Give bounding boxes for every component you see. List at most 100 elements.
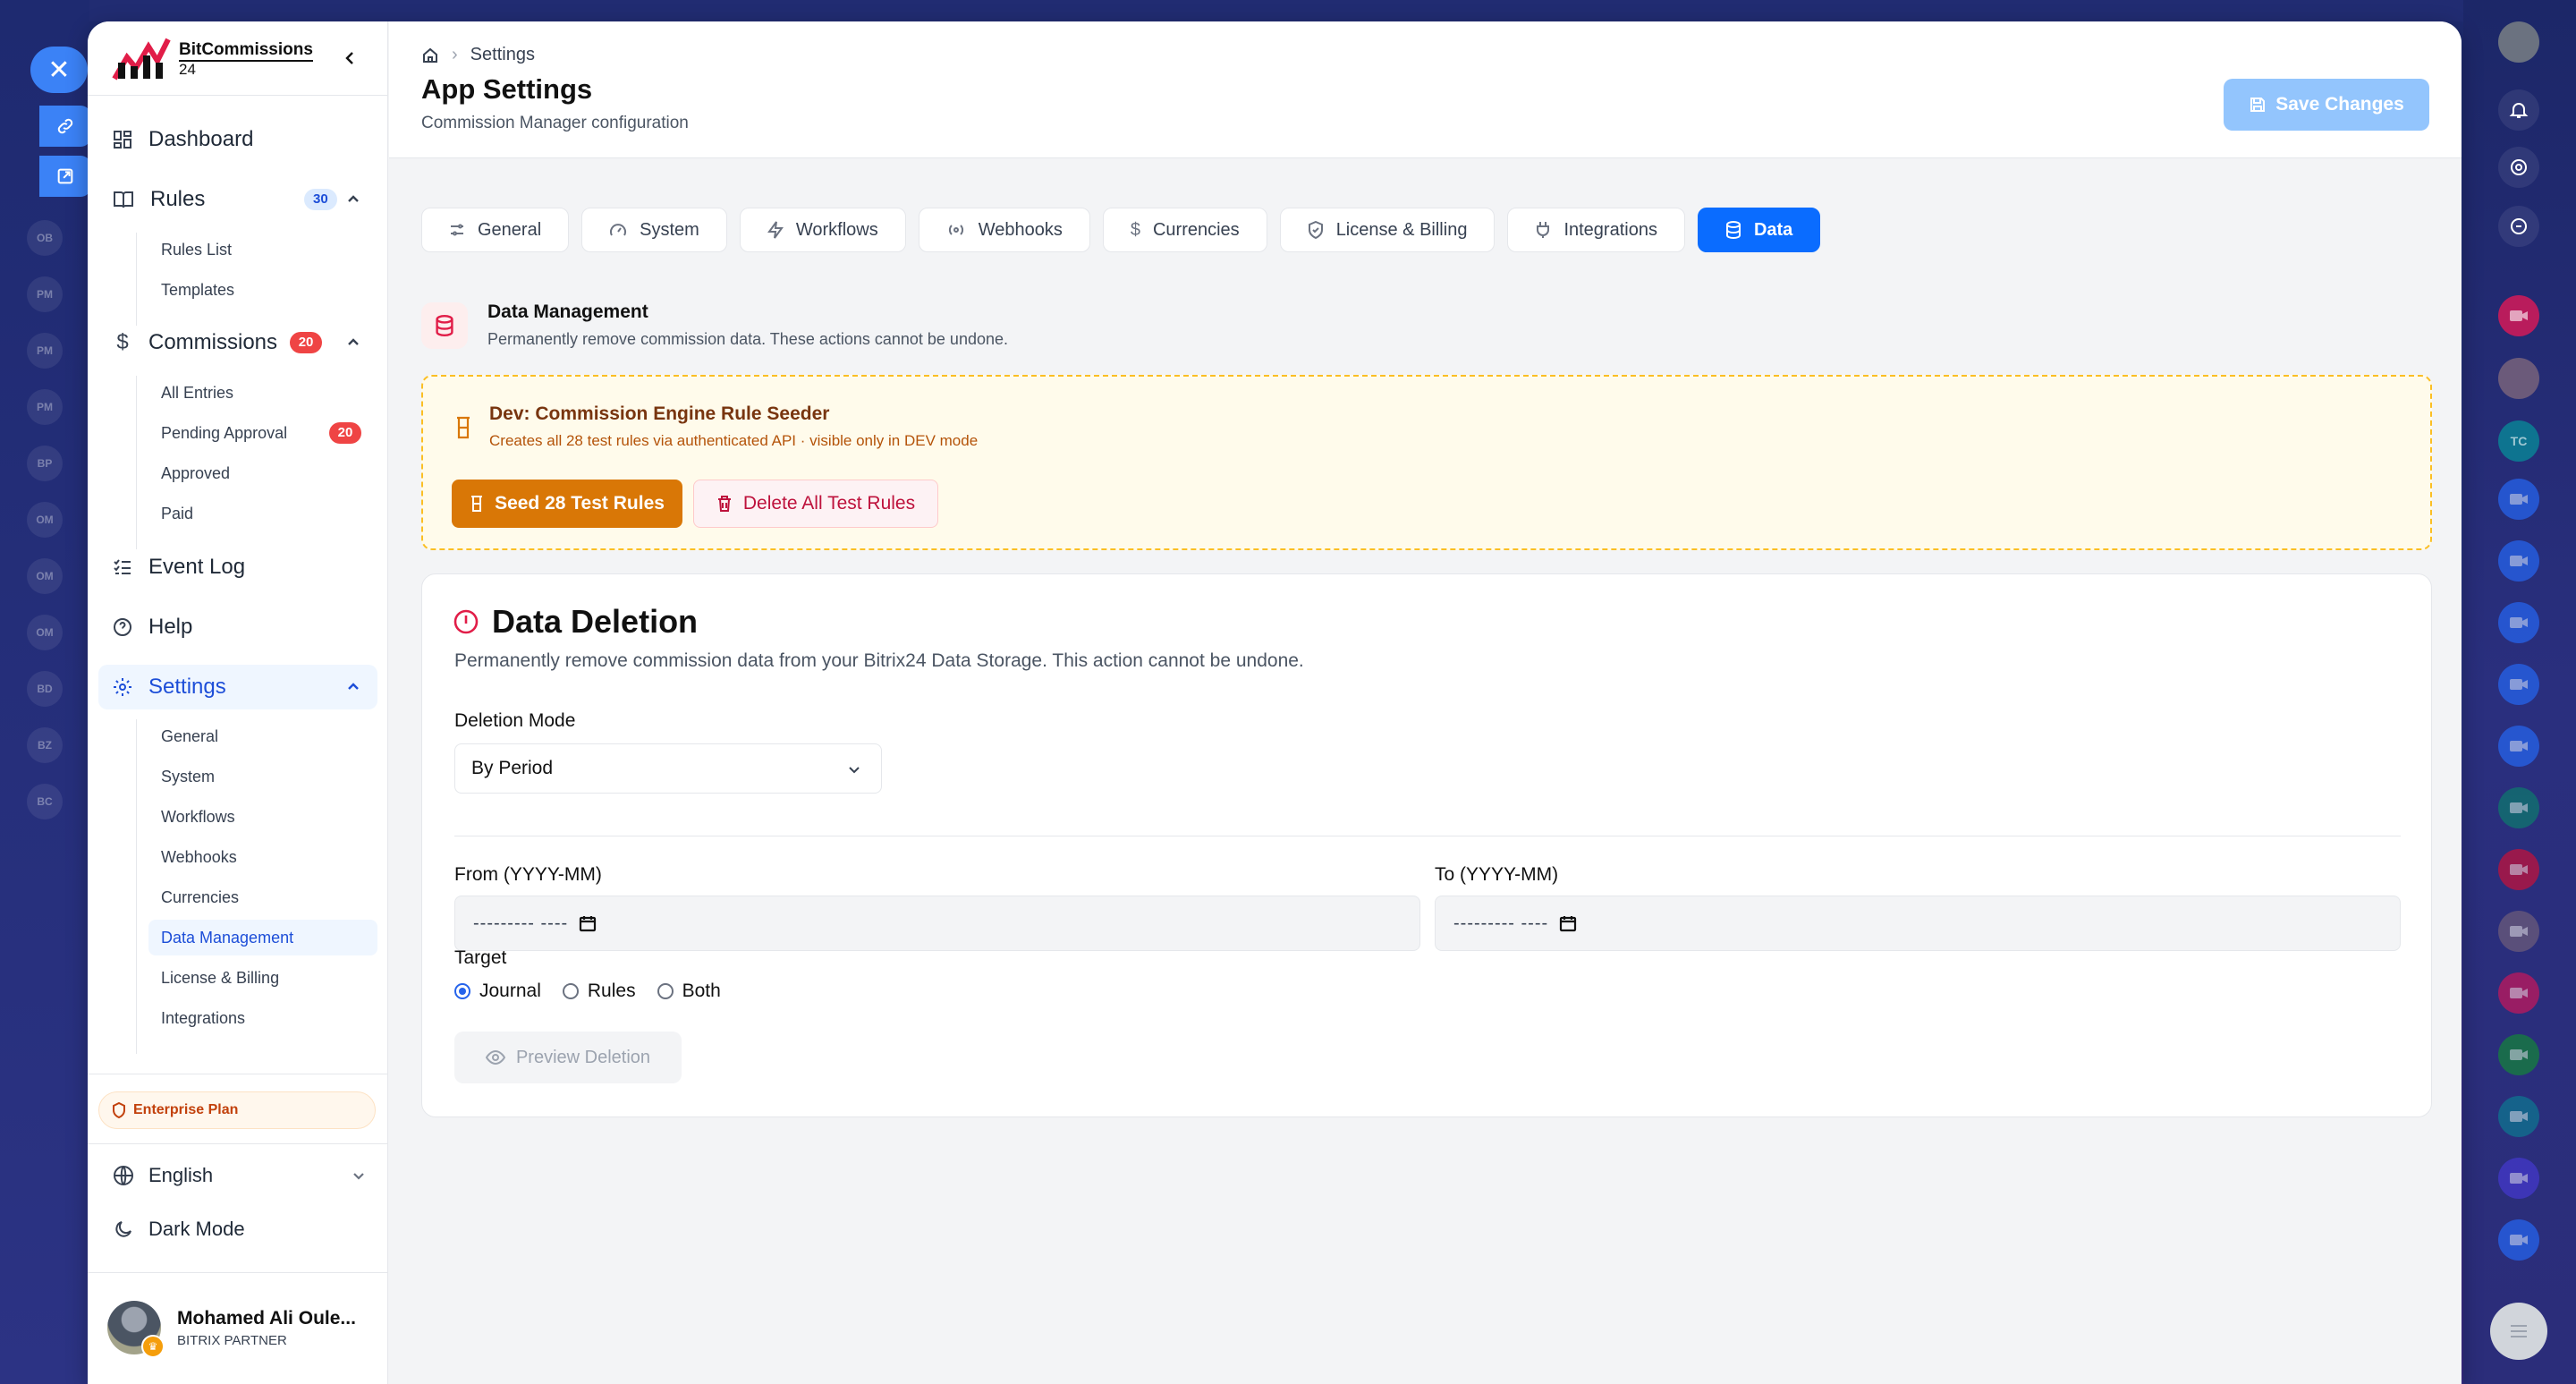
sliders-icon	[451, 224, 463, 236]
rail-video-chat[interactable]	[2498, 849, 2539, 890]
nav-settings-webhooks[interactable]: Webhooks	[148, 839, 377, 875]
deletion-heading: Data Deletion	[453, 603, 698, 641]
rail-video-chat[interactable]	[2498, 602, 2539, 643]
delete-test-rules-button[interactable]: Delete All Test Rules	[693, 480, 938, 528]
nav-settings-currencies[interactable]: Currencies	[148, 879, 377, 915]
flask-icon	[471, 496, 483, 512]
notifications-button[interactable]	[2498, 89, 2539, 131]
copy-link-button[interactable]	[39, 106, 91, 147]
to-month-input[interactable]: --------- ----	[1435, 896, 2401, 951]
chat-menu-button[interactable]	[2490, 1303, 2547, 1360]
home-icon[interactable]	[421, 47, 439, 64]
nav-approved[interactable]: Approved	[148, 455, 377, 491]
video-camera-icon	[2510, 864, 2528, 875]
rail-video-chat[interactable]	[2498, 479, 2539, 520]
select-value: By Period	[471, 758, 554, 778]
tab-system[interactable]: System	[581, 208, 727, 252]
tab-label: Integrations	[1563, 219, 1657, 240]
from-month-input[interactable]: --------- ----	[454, 896, 1420, 951]
rail-user-avatar[interactable]	[2498, 21, 2539, 63]
rail-video-chat[interactable]	[2498, 972, 2539, 1014]
rail-video-chat[interactable]	[2498, 911, 2539, 952]
nav-settings[interactable]: Settings	[98, 665, 377, 709]
tab-label: License & Billing	[1335, 219, 1468, 240]
rail-video-chat[interactable]	[2498, 664, 2539, 705]
calendar-icon[interactable]	[1559, 914, 1577, 932]
search-rail-button[interactable]	[2498, 147, 2539, 188]
rail-video-chat[interactable]	[2498, 540, 2539, 582]
tab-license-billing[interactable]: License & Billing	[1279, 208, 1496, 252]
nav-settings-integrations[interactable]: Integrations	[148, 1000, 377, 1036]
nav-label: Commissions	[148, 330, 278, 354]
language-label: English	[148, 1164, 214, 1186]
nav-label: Help	[148, 615, 193, 639]
radio-dot[interactable]	[657, 983, 674, 999]
nav-dashboard[interactable]: Dashboard	[98, 117, 377, 162]
collapse-sidebar-button[interactable]	[336, 45, 363, 72]
language-selector[interactable]: English	[113, 1158, 367, 1193]
target-both-radio[interactable]: Both	[657, 981, 721, 1002]
tab-data[interactable]: Data	[1697, 208, 1821, 252]
calendar-icon[interactable]	[579, 914, 597, 932]
nav-event-log[interactable]: Event Log	[98, 545, 377, 590]
rail-video-chat[interactable]	[2498, 1158, 2539, 1199]
tab-webhooks[interactable]: Webhooks	[918, 208, 1090, 252]
nav-rules-list[interactable]: Rules List	[148, 232, 377, 267]
deletion-mode-select[interactable]: By Period	[454, 743, 882, 794]
brand-suffix: 24	[179, 61, 196, 78]
nav-settings-general[interactable]: General	[148, 718, 377, 754]
chat-search-icon	[2511, 218, 2527, 234]
rail-video-chat[interactable]	[2498, 295, 2539, 336]
rail-video-chat[interactable]	[2498, 787, 2539, 828]
tab-general[interactable]: General	[421, 208, 570, 252]
seed-test-rules-button[interactable]: Seed 28 Test Rules	[452, 480, 682, 528]
radio-dot[interactable]	[454, 983, 470, 999]
rail-video-chat[interactable]	[2498, 1034, 2539, 1075]
nav-commissions[interactable]: $ Commissions 20	[98, 320, 377, 365]
open-new-window-button[interactable]	[39, 156, 91, 197]
tab-currencies[interactable]: $ Currencies	[1102, 208, 1267, 252]
rail-contact-avatar[interactable]	[2498, 358, 2539, 399]
moon-icon	[115, 1221, 131, 1237]
target-journal-radio[interactable]: Journal	[454, 981, 541, 1002]
target-rules-radio[interactable]: Rules	[562, 981, 636, 1002]
nav-help[interactable]: Help	[98, 605, 377, 650]
radio-dot[interactable]	[562, 983, 579, 999]
nav-all-entries[interactable]: All Entries	[148, 375, 377, 411]
nav-settings-license-billing[interactable]: License & Billing	[148, 960, 377, 996]
tab-label: Webhooks	[978, 219, 1063, 240]
preview-deletion-button[interactable]: Preview Deletion	[454, 1032, 682, 1083]
tab-workflows[interactable]: Workflows	[739, 208, 906, 252]
rail-contact-initials[interactable]: TC	[2498, 420, 2539, 462]
page-subtitle: Commission Manager configuration	[421, 114, 689, 132]
chat-rail-button[interactable]	[2498, 206, 2539, 247]
deletion-title: Data Deletion	[492, 603, 699, 640]
save-changes-button[interactable]: Save Changes	[2224, 79, 2429, 131]
grid-icon	[114, 131, 131, 149]
rail-video-chat[interactable]	[2498, 726, 2539, 767]
dark-mode-toggle[interactable]: Dark Mode	[113, 1211, 367, 1247]
nav-settings-data-management[interactable]: Data Management	[148, 920, 377, 955]
tab-integrations[interactable]: Integrations	[1507, 208, 1685, 252]
video-camera-icon	[2510, 741, 2528, 751]
save-icon	[2250, 98, 2266, 112]
tab-label: Data	[1753, 219, 1793, 240]
nav-settings-workflows[interactable]: Workflows	[148, 799, 377, 835]
delete-label: Delete All Test Rules	[742, 493, 916, 514]
nav-pending-approval[interactable]: Pending Approval 20	[148, 415, 377, 451]
nav-paid[interactable]: Paid	[148, 496, 377, 531]
pending-count-badge: 20	[329, 422, 361, 444]
divider	[88, 1272, 388, 1273]
plan-badge[interactable]: Enterprise Plan	[98, 1091, 376, 1129]
rail-video-chat[interactable]	[2498, 1096, 2539, 1137]
nav-label: Rules	[150, 187, 206, 211]
nav-label: Settings	[148, 675, 226, 699]
background-app-icon: BD	[27, 671, 63, 707]
brand-logo[interactable]: BitCommissions 24	[111, 36, 313, 82]
nav-rules[interactable]: Rules 30	[98, 177, 377, 222]
rail-video-chat[interactable]	[2498, 1219, 2539, 1261]
close-slider-button[interactable]: ✕	[30, 47, 88, 93]
nav-settings-system[interactable]: System	[148, 759, 377, 794]
nav-templates[interactable]: Templates	[148, 272, 377, 308]
user-profile[interactable]: ♛ Mohamed Ali Oule... BITRIX PARTNER	[107, 1301, 356, 1358]
